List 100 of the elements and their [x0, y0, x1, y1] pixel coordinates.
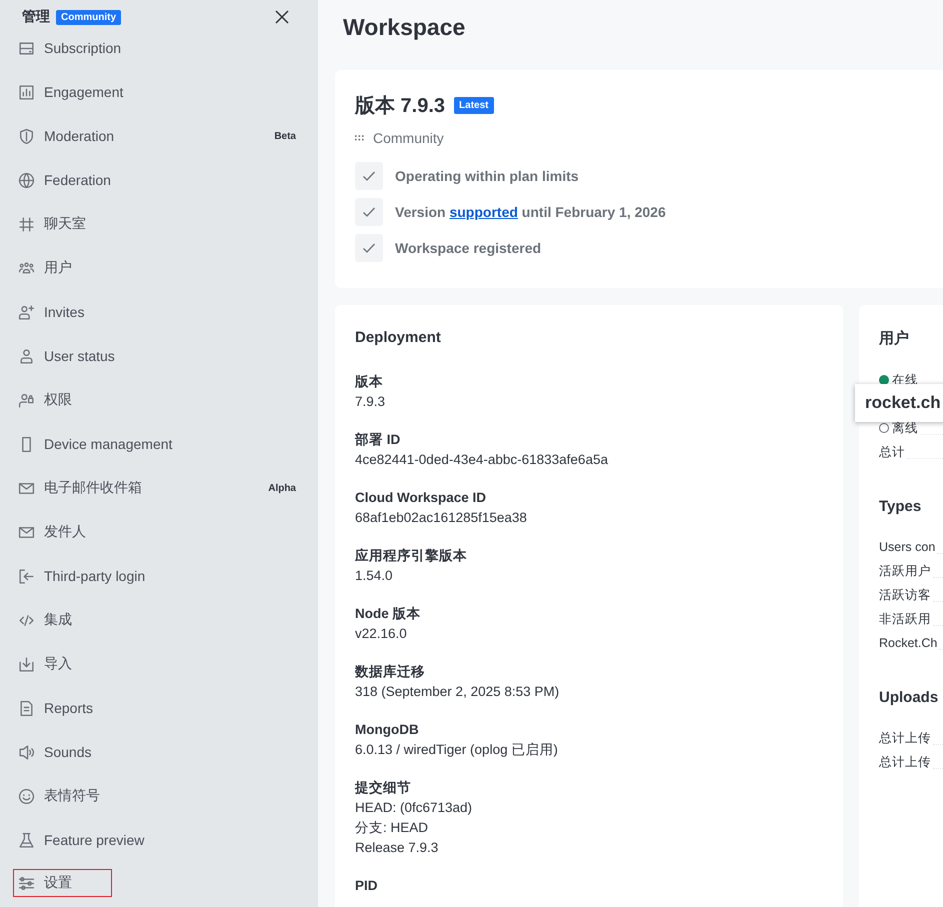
field-value: HEAD: (0fc6713ad)	[355, 799, 474, 817]
user-icon	[18, 348, 35, 364]
nav-item[interactable]: Federation	[18, 158, 296, 202]
check-icon	[355, 162, 383, 190]
nav-label: 集成	[44, 611, 72, 629]
field-label: PID	[355, 877, 379, 895]
close-button[interactable]	[274, 9, 290, 25]
document-icon	[18, 700, 35, 716]
stat-label: 总计	[879, 444, 905, 460]
shield-icon	[18, 128, 35, 144]
nav-item[interactable]: 发件人	[18, 510, 296, 554]
nav-item[interactable]: 电子邮件收件箱 Alpha	[18, 466, 296, 510]
stage-label: Beta	[274, 130, 296, 142]
field-value: 318 (September 2, 2025 8:53 PM)	[355, 683, 560, 701]
field-label: Cloud Workspace ID	[355, 489, 488, 507]
stat-label: 活跃用户	[879, 562, 931, 580]
user-lock-icon	[18, 392, 35, 408]
nav-item[interactable]: User status	[18, 334, 296, 378]
stat-label: 非活跃用	[879, 610, 931, 628]
nav-label: Device management	[44, 436, 172, 452]
stat-label: 离线	[892, 420, 918, 436]
page-title: Workspace	[343, 14, 466, 42]
hash-icon	[18, 216, 35, 232]
version-title: 版本 7.9.3	[355, 94, 446, 119]
nav-label: Sounds	[44, 744, 92, 760]
stat-label: 活跃访客	[879, 586, 931, 604]
field-value: 6.0.13 / wiredTiger (oplog 已启用)	[355, 741, 559, 759]
globe-icon	[18, 172, 35, 188]
nav-label: Subscription	[44, 40, 122, 56]
section-title: Uploads	[879, 689, 940, 706]
nav-label: Feature preview	[44, 832, 144, 848]
nav-item[interactable]: 聊天室	[18, 202, 296, 246]
stat-label: Rocket.Ch	[879, 636, 938, 650]
nav-label: 设置	[44, 874, 72, 892]
close-icon	[274, 9, 290, 25]
check-icon	[355, 234, 383, 262]
nav-item[interactable]: 表情符号	[18, 774, 296, 818]
field-label: 部署 ID	[355, 431, 402, 449]
dots-icon	[355, 135, 365, 141]
nav-label: 聊天室	[44, 215, 86, 233]
nav-item[interactable]: Invites	[18, 290, 296, 334]
nav-item[interactable]: 用户	[18, 246, 296, 290]
nav-item[interactable]: Engagement	[18, 70, 296, 114]
nav-label: 发件人	[44, 523, 86, 541]
section-title: Types	[879, 498, 922, 515]
nav-item[interactable]: 权限	[18, 378, 296, 422]
user-plus-icon	[18, 304, 35, 320]
latest-badge: Latest	[454, 97, 494, 114]
nav-item[interactable]: Subscription	[18, 26, 296, 70]
nav-label: 表情符号	[44, 787, 100, 805]
field-value: 分支: HEAD	[355, 819, 430, 837]
nav-item[interactable]: Feature preview	[18, 818, 296, 862]
nav-label: 电子邮件收件箱	[44, 479, 142, 497]
nav-label: User status	[44, 348, 115, 364]
flask-icon	[18, 832, 35, 848]
offline-dot	[879, 423, 889, 433]
card-icon	[18, 40, 35, 56]
nav-label: 权限	[44, 391, 72, 409]
smiley-icon	[18, 788, 35, 804]
field-value: 68af1eb02ac161285f15ea38	[355, 509, 528, 527]
field-label: 应用程序引擎版本	[355, 547, 468, 565]
check-text: Operating within plan limits	[395, 168, 579, 184]
field-value: 7.9.3	[355, 393, 386, 411]
users-icon	[18, 260, 35, 276]
supported-link[interactable]: supported	[449, 204, 518, 220]
nav-item[interactable]: Reports	[18, 686, 296, 730]
field-label: 版本	[355, 373, 384, 391]
nav-label: Federation	[44, 172, 111, 188]
stage-label: Alpha	[268, 482, 296, 494]
download-icon	[18, 656, 35, 672]
nav-item[interactable]: 导入	[18, 642, 296, 686]
check-text: Workspace registered	[395, 240, 542, 256]
login-icon	[18, 568, 35, 584]
nav-item[interactable]: 集成	[18, 598, 296, 642]
nav-item[interactable]: 设置	[14, 870, 111, 896]
nav-label: Moderation	[44, 128, 114, 144]
nav-item[interactable]: Moderation Beta	[18, 114, 296, 158]
bar-chart-icon	[18, 84, 35, 100]
sidebar-title: 管理	[22, 8, 50, 26]
field-label: MongoDB	[355, 721, 420, 739]
nav-label: 导入	[44, 655, 72, 673]
field-value: v22.16.0	[355, 625, 408, 643]
nav-label: 用户	[44, 259, 72, 277]
nav-item[interactable]: Sounds	[18, 730, 296, 774]
stat-label: 总计上传	[879, 754, 931, 770]
nav-item[interactable]: Device management	[18, 422, 296, 466]
field-value: 1.54.0	[355, 567, 394, 585]
nav-label: Engagement	[44, 84, 124, 100]
speaker-icon	[18, 744, 35, 760]
field-label: Node 版本	[355, 605, 422, 623]
field-label: 数据库迁移	[355, 663, 426, 681]
sliders-icon	[18, 874, 35, 892]
card-title: Deployment	[355, 329, 442, 346]
plan-name: Community	[373, 130, 444, 146]
nav-label: Reports	[44, 700, 94, 716]
online-dot	[879, 375, 889, 385]
nav-item[interactable]: Third-party login	[18, 554, 296, 598]
check-text: Version supported until February 1, 2026	[395, 204, 666, 220]
nav-label: Invites	[44, 304, 84, 320]
field-value: 4ce82441-0ded-43e4-abbc-61833afe6a5a	[355, 451, 609, 469]
